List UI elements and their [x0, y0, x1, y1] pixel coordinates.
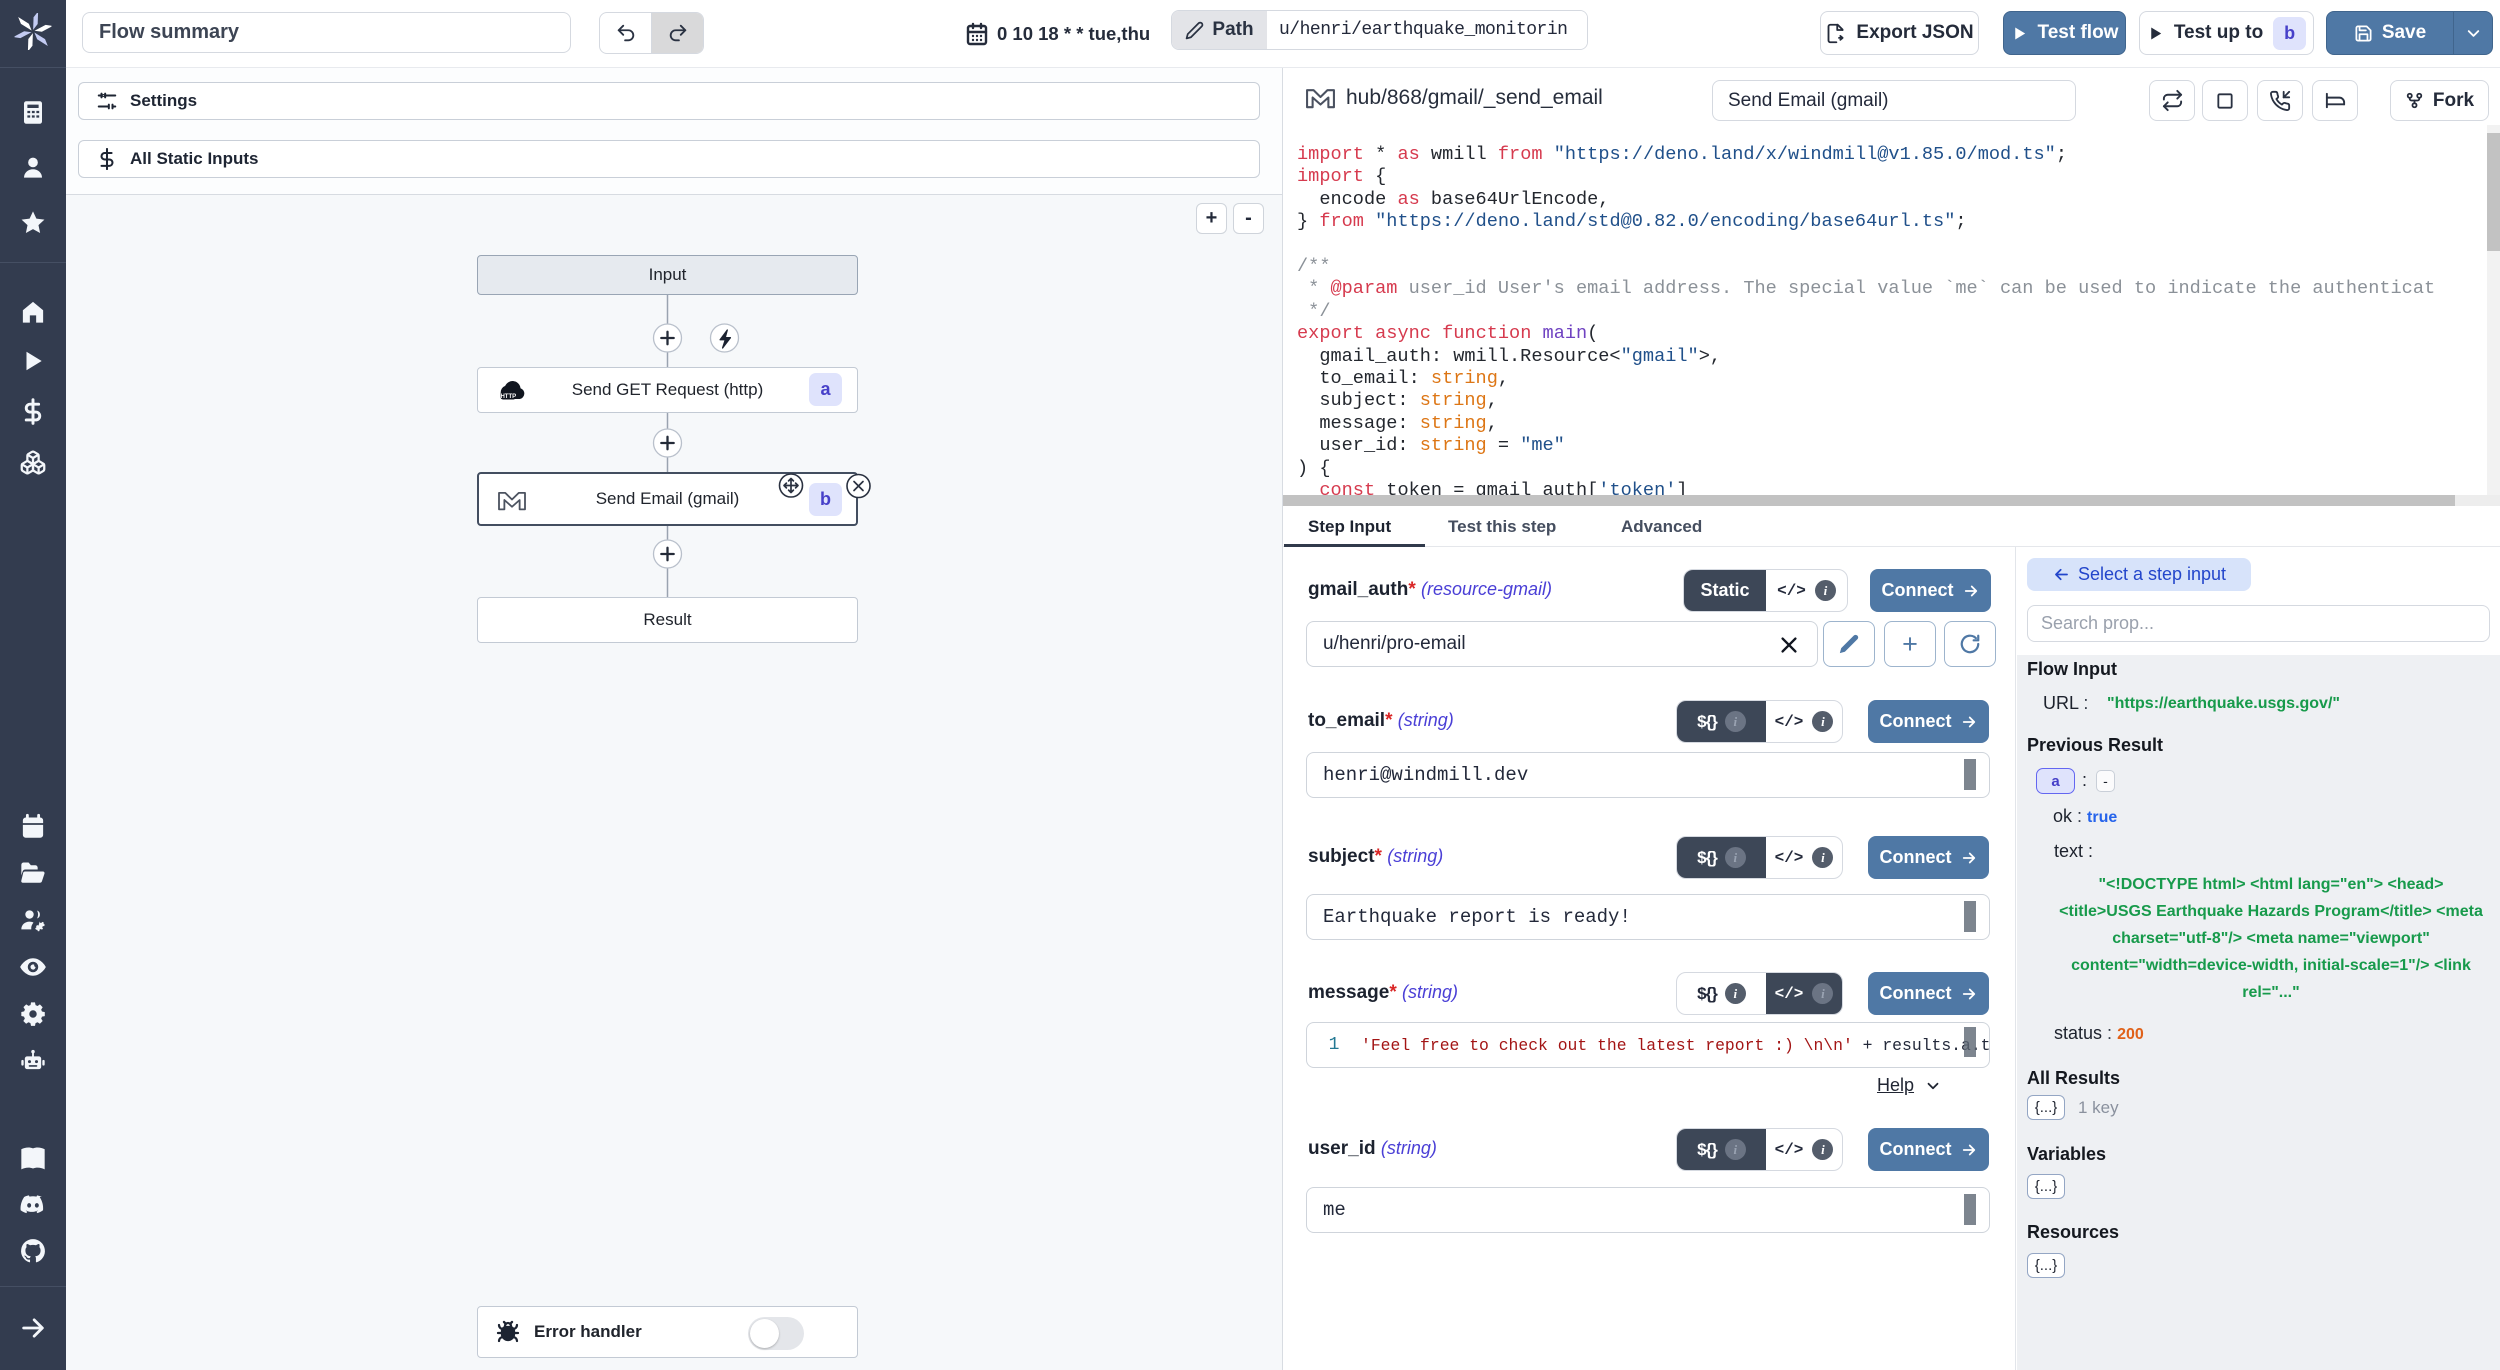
- svg-text:HTTP: HTTP: [500, 394, 516, 400]
